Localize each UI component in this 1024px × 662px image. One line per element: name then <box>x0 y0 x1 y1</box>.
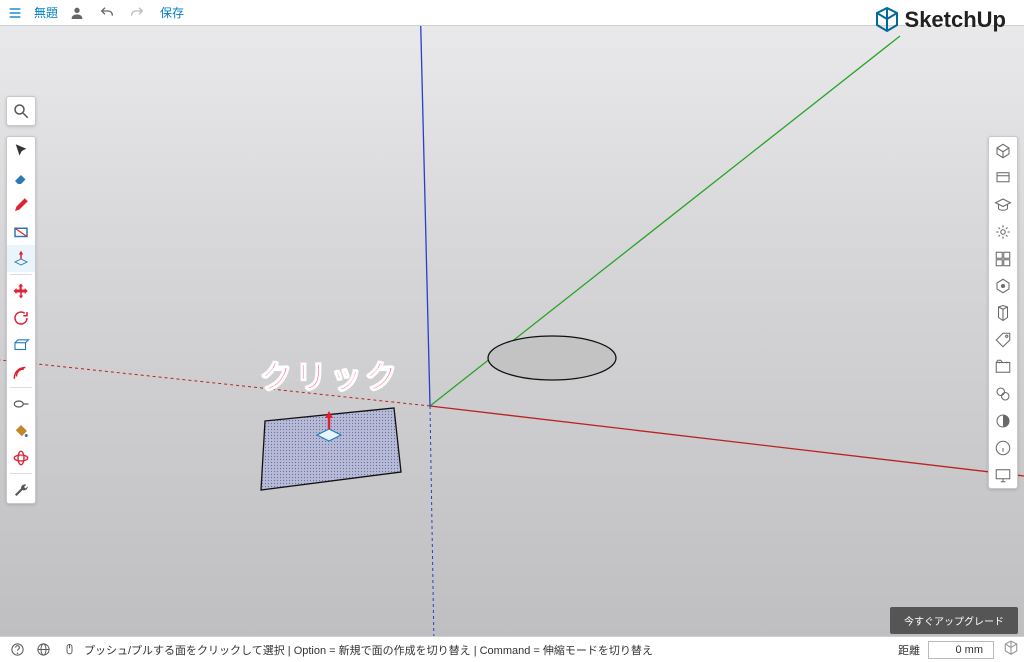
search-icon <box>12 102 30 120</box>
search-button[interactable] <box>7 97 35 124</box>
brand-light: Up <box>977 7 1006 32</box>
display-panel[interactable] <box>989 461 1017 488</box>
account-button[interactable] <box>66 2 88 24</box>
3dwarehouse-panel[interactable] <box>989 272 1017 299</box>
learn-panel[interactable] <box>989 191 1017 218</box>
shadows-panel[interactable] <box>989 407 1017 434</box>
rotate-icon <box>12 309 30 327</box>
scenes-panel[interactable] <box>989 353 1017 380</box>
eraser-icon <box>12 169 30 187</box>
sketchup-logo: SketchUp <box>875 6 1006 34</box>
measure-label: 距離 <box>898 642 928 658</box>
language-button[interactable] <box>32 639 54 661</box>
components-panel[interactable] <box>989 245 1017 272</box>
left-toolbar <box>6 136 36 504</box>
model-info-panel[interactable] <box>989 434 1017 461</box>
followme-tool[interactable] <box>7 331 35 358</box>
toolbar-separator <box>10 387 32 388</box>
tape-measure-tool[interactable] <box>7 390 35 417</box>
eraser-tool[interactable] <box>7 164 35 191</box>
top-bar: 無題 保存 <box>0 0 1024 26</box>
status-bar: プッシュ/プルする面をクリックして選択 | Option = 新規で面の作成を切… <box>0 636 1024 662</box>
offset-tool[interactable] <box>7 358 35 385</box>
line-tool[interactable] <box>7 191 35 218</box>
tags-panel[interactable] <box>989 326 1017 353</box>
paint-bucket-tool[interactable] <box>7 417 35 444</box>
upgrade-button[interactable]: 今すぐアップグレード <box>890 607 1018 634</box>
styles-panel[interactable] <box>989 380 1017 407</box>
toolbar-separator <box>10 274 32 275</box>
menu-button[interactable] <box>4 2 26 24</box>
bucket-icon <box>12 422 30 440</box>
ellipse-face[interactable] <box>488 336 616 380</box>
offset-icon <box>12 363 30 381</box>
materials-panel[interactable] <box>989 218 1017 245</box>
instructor-panel[interactable] <box>989 164 1017 191</box>
rotate-tool[interactable] <box>7 304 35 331</box>
pencil-icon <box>12 196 30 214</box>
measure-value[interactable]: 0 mm <box>928 641 994 659</box>
3d-viewport[interactable]: クリック <box>0 26 1024 636</box>
orbit-icon <box>12 449 30 467</box>
right-panel-toolbar <box>988 136 1018 489</box>
help-button[interactable] <box>6 639 28 661</box>
followme-icon <box>12 336 30 354</box>
move-tool[interactable] <box>7 277 35 304</box>
move-icon <box>12 282 30 300</box>
status-hint: プッシュ/プルする面をクリックして選択 | Option = 新規で面の作成を切… <box>84 642 653 658</box>
wrench-icon <box>12 481 30 499</box>
save-button[interactable]: 保存 <box>156 4 184 21</box>
sketchup-icon <box>875 6 899 34</box>
select-tool[interactable] <box>7 137 35 164</box>
tape-icon <box>12 395 30 413</box>
document-title: 無題 <box>34 4 58 21</box>
orbit-tool[interactable] <box>7 444 35 471</box>
axes-and-geometry <box>0 26 1024 636</box>
outliner-panel[interactable] <box>989 299 1017 326</box>
more-tools[interactable] <box>7 476 35 503</box>
mouse-info-button[interactable] <box>58 639 80 661</box>
rectangle-icon <box>12 223 30 241</box>
pushpull-icon <box>12 250 30 268</box>
brand-bold: Sketch <box>905 7 977 32</box>
entity-info-panel[interactable] <box>989 137 1017 164</box>
cursor-icon <box>12 142 30 160</box>
toolbar-separator <box>10 473 32 474</box>
redo-button[interactable] <box>126 2 148 24</box>
rectangle-face[interactable] <box>261 408 401 490</box>
search-tool-panel <box>6 96 36 126</box>
rectangle-tool[interactable] <box>7 218 35 245</box>
undo-button[interactable] <box>96 2 118 24</box>
sketchup-icon-small <box>1004 640 1018 659</box>
pushpull-tool[interactable] <box>7 245 35 272</box>
